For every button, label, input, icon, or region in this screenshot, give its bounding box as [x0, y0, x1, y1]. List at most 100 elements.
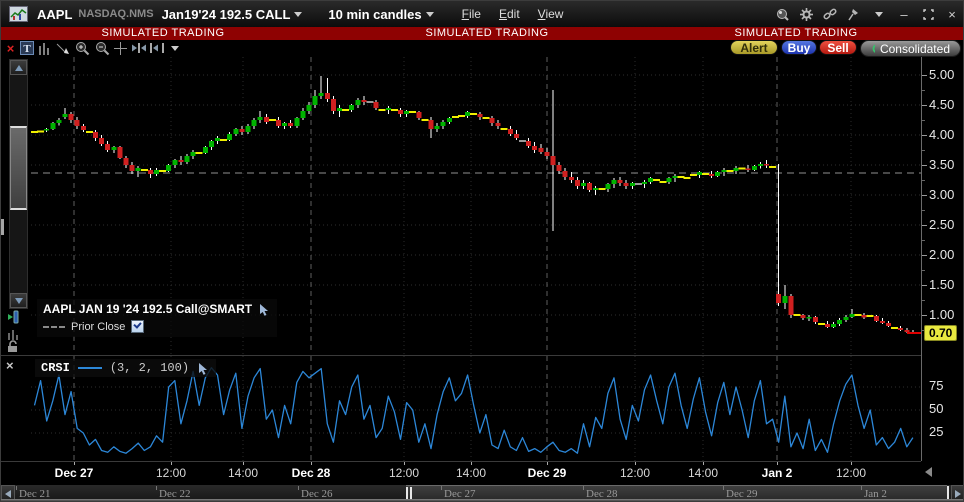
close-panel-icon[interactable]: ×: [3, 41, 18, 56]
price-axis-label: 4.00: [929, 127, 955, 142]
scroll-down-button[interactable]: [10, 293, 27, 308]
trendline-tool-icon[interactable]: [55, 41, 70, 55]
contract-dropdown-caret-icon[interactable]: [294, 11, 303, 17]
vertical-scrollbar-thumb[interactable]: [10, 126, 27, 210]
crsi-line-sample: [77, 367, 102, 369]
crsi-name: CRSI: [41, 361, 70, 375]
window-bottom-edge: [1, 499, 963, 501]
prior-close-line-sample: [43, 325, 65, 328]
crsi-axis-label: 75: [929, 378, 944, 393]
scroll-up-button[interactable]: [10, 60, 27, 75]
contract-label[interactable]: Jan19'24 192.5 CALL: [162, 7, 291, 22]
time-axis-tick: [404, 462, 405, 465]
drag-hand-icon[interactable]: [197, 362, 210, 375]
timeline-tick: [298, 486, 299, 490]
link-icon[interactable]: [823, 7, 837, 21]
text-annotation-icon[interactable]: T: [19, 41, 34, 55]
time-axis-tick: [777, 462, 778, 465]
menu-edit[interactable]: Edit: [499, 7, 520, 21]
crsi-legend: CRSI (3, 2, 100): [35, 359, 217, 377]
drag-hand-icon[interactable]: [258, 303, 271, 316]
crsi-axis-label: 50: [929, 401, 944, 416]
window-resize-notch[interactable]: [1, 219, 4, 235]
axis-minor-tick: [922, 210, 925, 211]
menu-file[interactable]: File: [462, 7, 481, 21]
crsi-params: (3, 2, 100): [109, 361, 190, 375]
simulated-trading-text: SIMULATED TRADING: [425, 27, 549, 39]
refresh-icon: [872, 44, 875, 53]
unlock-icon[interactable]: [7, 340, 23, 354]
simulated-trading-banner: SIMULATED TRADING SIMULATED TRADING SIMU…: [1, 27, 963, 40]
axis-tick: [922, 255, 927, 256]
axis-tick: [922, 135, 927, 136]
toolbar-more-caret-icon[interactable]: [171, 46, 179, 51]
narrow-bars-icon[interactable]: [149, 41, 164, 55]
period-label[interactable]: 10 min candles: [328, 7, 421, 22]
axis-tick: [922, 75, 927, 76]
axis-collapse-arrow-icon[interactable]: [925, 467, 932, 477]
symbol-label: AAPL: [37, 6, 73, 22]
axis-minor-tick: [922, 240, 925, 241]
gear-icon[interactable]: [799, 7, 813, 21]
axis-minor-tick: [922, 120, 925, 121]
timeline-tick: [156, 486, 157, 490]
app-chart-icon: [9, 6, 28, 22]
crosshair-icon[interactable]: [113, 41, 128, 55]
time-axis-label: 12:00: [619, 466, 651, 480]
axis-tick: [922, 285, 927, 286]
timeline-tick: [441, 486, 442, 490]
zoom-out-icon[interactable]: [95, 41, 110, 55]
price-axis-label: 1.00: [929, 307, 955, 322]
title-bar[interactable]: AAPL NASDAQ.NMS Jan19'24 192.5 CALL 10 m…: [1, 1, 963, 27]
crsi-study-panel[interactable]: × CRSI (3, 2, 100): [1, 355, 921, 461]
simulated-trading-text: SIMULATED TRADING: [734, 27, 858, 39]
widen-bars-icon[interactable]: [131, 41, 146, 55]
time-axis-label: Dec 29: [527, 466, 567, 480]
time-axis-tick: [243, 462, 244, 465]
price-axis-label: 4.50: [929, 97, 955, 112]
vertical-scrollbar[interactable]: [9, 59, 28, 309]
price-axis-label: 5.00: [929, 67, 955, 82]
pin-icon[interactable]: [847, 7, 861, 21]
zoom-in-icon[interactable]: [75, 41, 90, 55]
crsi-axis-label: 25: [929, 424, 944, 439]
menu-view[interactable]: View: [538, 7, 564, 21]
search-icon[interactable]: [775, 7, 789, 21]
time-axis-tick: [635, 462, 636, 465]
time-axis-tick: [851, 462, 852, 465]
price-axis-label: 2.50: [929, 217, 955, 232]
candlestick-chart-panel[interactable]: AAPL JAN 19 '24 192.5 Call@SMART Prior C…: [1, 57, 921, 354]
chart-type-icon[interactable]: [37, 41, 52, 55]
axis-tick: [922, 195, 927, 196]
period-dropdown-caret-icon[interactable]: [425, 11, 434, 17]
price-axis-label: 3.00: [929, 187, 955, 202]
more-dropdown-caret-icon[interactable]: [875, 11, 883, 17]
time-axis-label: 14:00: [227, 466, 259, 480]
time-axis-label: 14:00: [687, 466, 719, 480]
simulated-trading-text: SIMULATED TRADING: [101, 27, 225, 39]
time-axis-label: Dec 27: [54, 466, 94, 480]
dock-panel-icon[interactable]: [7, 309, 23, 324]
axis-minor-tick: [922, 300, 925, 301]
maximize-button[interactable]: [921, 7, 935, 21]
buy-button[interactable]: Buy: [781, 40, 817, 55]
time-axis-tick: [74, 462, 75, 465]
alert-button[interactable]: Alert: [730, 40, 778, 55]
chart-window: AAPL NASDAQ.NMS Jan19'24 192.5 CALL 10 m…: [0, 0, 964, 502]
consolidated-button[interactable]: Consolidated: [860, 40, 961, 57]
close-study-icon[interactable]: ×: [6, 359, 14, 372]
price-axis-label: 1.50: [929, 277, 955, 292]
time-axis-label: Jan 2: [761, 466, 793, 480]
chart-legend: AAPL JAN 19 '24 192.5 Call@SMART Prior C…: [37, 299, 278, 337]
close-button[interactable]: ×: [945, 7, 959, 22]
exchange-label: NASDAQ.NMS: [78, 8, 154, 20]
price-axis[interactable]: 5.00 4.50 4.00 3.50 3.00 2.50 2.00 1.50 1.00 0.70…: [921, 57, 963, 461]
studies-icon[interactable]: [7, 327, 23, 341]
time-axis[interactable]: Dec 27 12:00 14:00 Dec 28 12:00 14:00 Dec 29 12…: [1, 461, 921, 484]
prior-close-checkbox[interactable]: [131, 320, 145, 333]
sell-button[interactable]: Sell: [819, 40, 857, 55]
last-price-badge: 0.70: [924, 325, 958, 341]
minimize-button[interactable]: –: [897, 7, 911, 22]
svg-text:T: T: [23, 43, 31, 55]
axis-tick: [922, 225, 927, 226]
